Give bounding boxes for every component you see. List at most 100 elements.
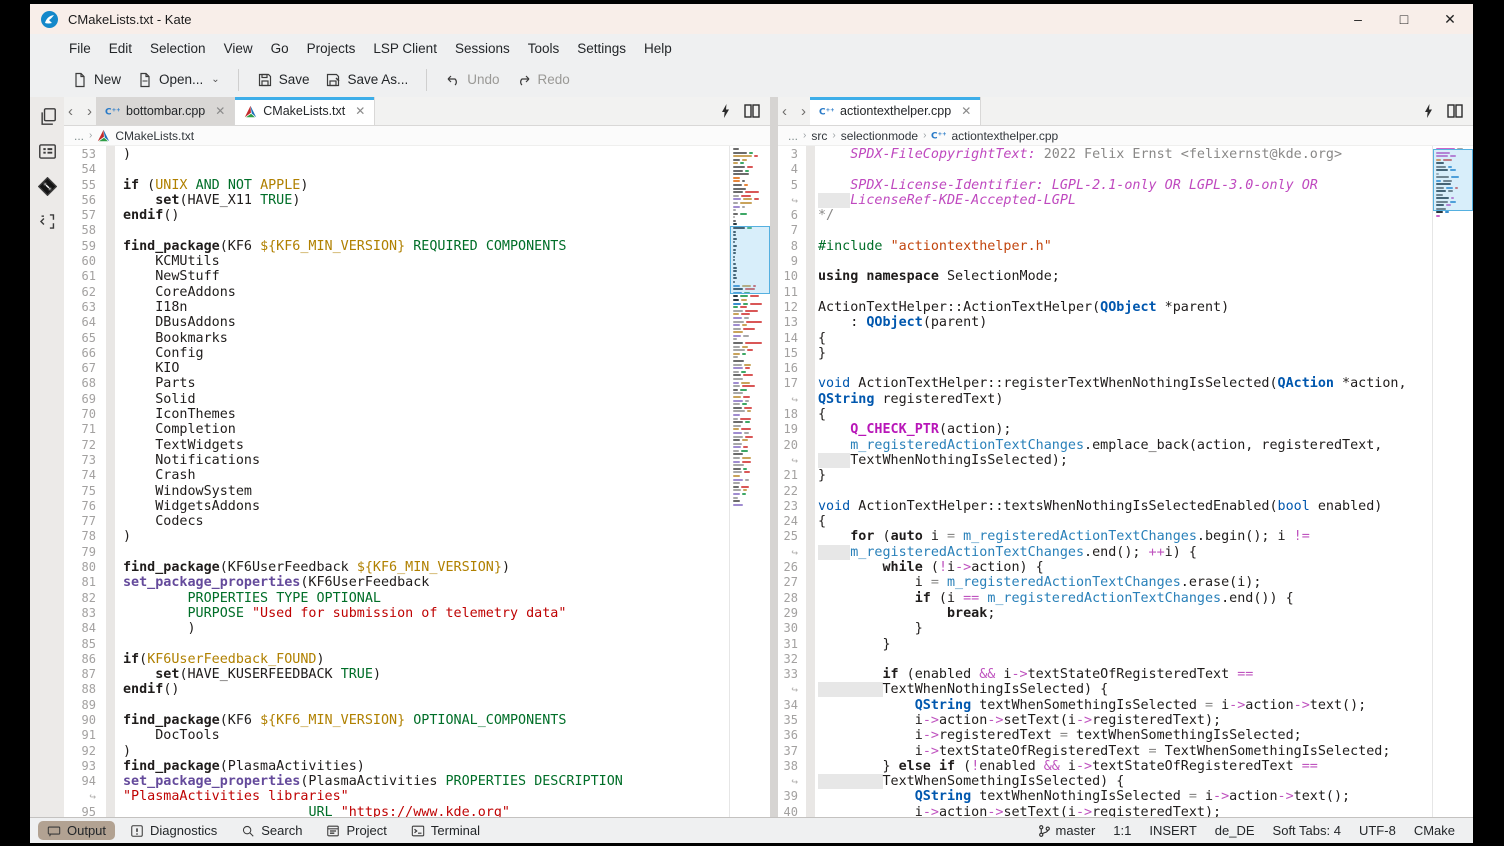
close-button[interactable]: ✕ bbox=[1427, 4, 1473, 34]
minimap-row bbox=[733, 173, 767, 175]
breadcrumb-item[interactable]: actiontexthelper.cpp bbox=[951, 129, 1058, 143]
status-master[interactable]: master bbox=[1038, 823, 1096, 838]
breadcrumb-item[interactable]: selectionmode bbox=[841, 129, 918, 143]
maximize-button[interactable]: □ bbox=[1381, 4, 1427, 34]
breadcrumb-item[interactable]: ... bbox=[74, 129, 84, 143]
status-1-1[interactable]: 1:1 bbox=[1113, 823, 1131, 838]
breadcrumb-item[interactable]: src bbox=[811, 129, 827, 143]
minimap-scrollbar[interactable] bbox=[1432, 146, 1473, 817]
minimap-segment bbox=[1445, 211, 1449, 213]
minimap-row bbox=[733, 353, 767, 355]
tab-close-icon[interactable]: ✕ bbox=[355, 104, 365, 118]
code-token: find_package bbox=[123, 713, 220, 728]
breadcrumb-item[interactable]: CMakeLists.txt bbox=[115, 129, 194, 143]
minimap-row bbox=[733, 152, 767, 154]
save-button[interactable]: Save bbox=[249, 67, 318, 93]
minimize-button[interactable]: – bbox=[1335, 4, 1381, 34]
minimap-row bbox=[733, 464, 767, 466]
menu-sessions[interactable]: Sessions bbox=[446, 37, 519, 60]
code-token: AND bbox=[196, 178, 220, 193]
status-cmake[interactable]: CMake bbox=[1414, 823, 1455, 838]
tool-rail bbox=[30, 97, 64, 817]
minimap-segment bbox=[744, 364, 751, 366]
menu-tools[interactable]: Tools bbox=[519, 37, 569, 60]
tab-nav-arrows: ‹› bbox=[64, 97, 96, 125]
line-number: 82 bbox=[64, 591, 101, 606]
quick-open-button[interactable] bbox=[721, 104, 730, 118]
tab-actiontexthelper-cpp[interactable]: C++actiontexthelper.cpp✕ bbox=[810, 97, 981, 125]
toolview-terminal-button[interactable]: Terminal bbox=[402, 821, 489, 840]
minimap-segment bbox=[733, 475, 740, 477]
code-token: registeredText) bbox=[874, 392, 1003, 407]
menu-edit[interactable]: Edit bbox=[100, 37, 141, 60]
code-line: 84 ) bbox=[64, 621, 730, 636]
tab-close-icon[interactable]: ✕ bbox=[961, 104, 971, 118]
menu-help[interactable]: Help bbox=[635, 37, 681, 60]
toolview-diagnostics-button[interactable]: Diagnostics bbox=[121, 821, 226, 840]
minimap-segment bbox=[741, 486, 748, 488]
quick-open-button[interactable] bbox=[1424, 104, 1433, 118]
minimap-segment bbox=[733, 482, 740, 484]
split-view-button[interactable] bbox=[744, 104, 760, 118]
toolview-project-button[interactable]: Project bbox=[317, 821, 395, 840]
menu-projects[interactable]: Projects bbox=[298, 37, 365, 60]
code-token: TextWhenNothingIsSelected) { bbox=[883, 682, 1109, 697]
menu-lsp-client[interactable]: LSP Client bbox=[364, 37, 446, 60]
split-view-button[interactable] bbox=[1447, 104, 1463, 118]
minimap-segment bbox=[1436, 211, 1443, 213]
code-line: 57endif() bbox=[64, 208, 730, 223]
code-token: PROPERTIES bbox=[446, 774, 527, 789]
line-number: 28 bbox=[778, 591, 802, 606]
menu-settings[interactable]: Settings bbox=[568, 37, 635, 60]
status-soft-tabs-4[interactable]: Soft Tabs: 4 bbox=[1273, 823, 1341, 838]
toolview-label: Output bbox=[67, 823, 106, 838]
new-button[interactable]: New bbox=[64, 67, 129, 93]
pane-splitter[interactable] bbox=[770, 97, 778, 817]
code-token: ) bbox=[373, 667, 381, 682]
line-number: 88 bbox=[64, 682, 101, 697]
minimap-segment bbox=[733, 213, 738, 215]
code-line: 94set_package_properties(PlasmaActivitie… bbox=[64, 774, 730, 789]
code-token: == bbox=[963, 591, 979, 606]
toolview-output-button[interactable]: Output bbox=[38, 821, 115, 840]
breadcrumb-item[interactable]: ... bbox=[788, 129, 798, 143]
rail-documents-button[interactable] bbox=[38, 107, 57, 126]
minimap-viewport[interactable] bbox=[1433, 149, 1473, 211]
history-back-icon[interactable]: ‹ bbox=[68, 103, 73, 120]
history-forward-icon[interactable]: › bbox=[87, 103, 92, 120]
code-line: 71 Completion bbox=[64, 422, 730, 437]
rail-symbols-button[interactable] bbox=[38, 212, 57, 231]
open-button[interactable]: Open...⌄ bbox=[129, 67, 228, 93]
menu-go[interactable]: Go bbox=[262, 37, 298, 60]
toolview-search-button[interactable]: Search bbox=[232, 821, 311, 840]
minimap-row bbox=[733, 338, 767, 340]
code-token: ( bbox=[955, 759, 971, 774]
history-forward-icon[interactable]: › bbox=[801, 103, 806, 120]
code-line: 53) bbox=[64, 147, 730, 162]
code-token: ) bbox=[123, 529, 131, 544]
code-editor-right[interactable]: 3 SPDX-FileCopyrightText: 2022 Felix Ern… bbox=[778, 146, 1473, 817]
minimap-segment bbox=[733, 389, 738, 391]
menu-view[interactable]: View bbox=[215, 37, 262, 60]
minimap-viewport[interactable] bbox=[730, 226, 770, 294]
minimap-content bbox=[1436, 148, 1470, 815]
saveas-button[interactable]: Save As... bbox=[317, 67, 416, 93]
tab-bottombar-cpp[interactable]: C++bottombar.cpp✕ bbox=[96, 97, 235, 125]
rail-git-button[interactable] bbox=[38, 177, 57, 196]
menu-file[interactable]: File bbox=[60, 37, 100, 60]
status-insert[interactable]: INSERT bbox=[1149, 823, 1196, 838]
tab-close-icon[interactable]: ✕ bbox=[215, 104, 225, 118]
tab-CMakeLists-txt[interactable]: CMakeLists.txt✕ bbox=[235, 97, 375, 125]
status-de-de[interactable]: de_DE bbox=[1215, 823, 1255, 838]
minimap-segment bbox=[743, 374, 753, 376]
minimap-scrollbar[interactable] bbox=[729, 146, 770, 817]
code-line: 32 bbox=[778, 652, 1433, 667]
code-line: 95 URL "https://www.kde.org" bbox=[64, 805, 730, 817]
status-utf-8[interactable]: UTF-8 bbox=[1359, 823, 1396, 838]
minimap-segment bbox=[733, 461, 740, 463]
history-back-icon[interactable]: ‹ bbox=[782, 103, 787, 120]
code-editor-left[interactable]: 53)5455if (UNIX AND NOT APPLE)56 set(HAV… bbox=[64, 146, 770, 817]
rail-filesystem-button[interactable] bbox=[38, 142, 57, 161]
menu-selection[interactable]: Selection bbox=[141, 37, 215, 60]
code-line: 17void ActionTextHelper::registerTextWhe… bbox=[778, 376, 1433, 391]
